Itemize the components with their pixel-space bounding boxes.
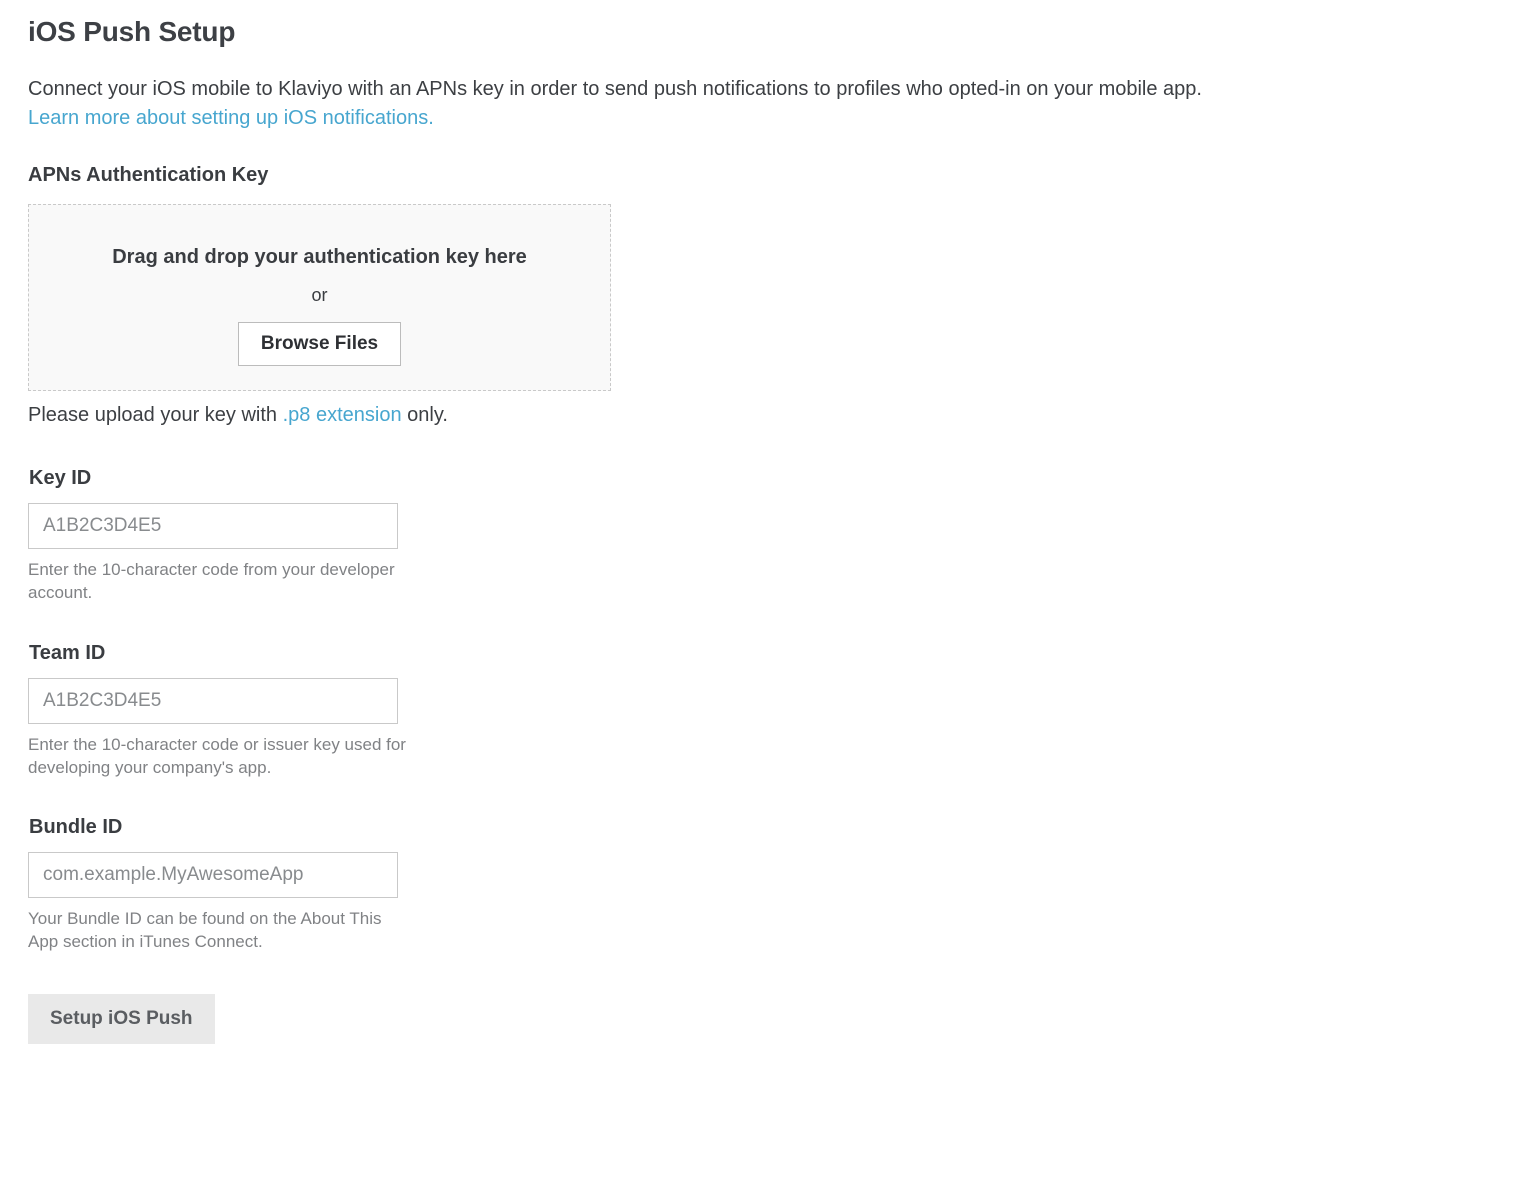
upload-hint: Please upload your key with .p8 extensio… [28,401,1500,430]
team-id-label: Team ID [29,639,1500,668]
team-id-group: Team ID Enter the 10-character code or i… [28,639,1500,780]
bundle-id-group: Bundle ID Your Bundle ID can be found on… [28,813,1500,954]
bundle-id-input[interactable] [28,852,398,898]
learn-more-link[interactable]: Learn more about setting up iOS notifica… [28,107,434,129]
key-id-input[interactable] [28,503,398,549]
submit-row: Setup iOS Push [28,994,1500,1044]
browse-files-button[interactable]: Browse Files [238,322,401,366]
dropzone-instruction: Drag and drop your authentication key he… [49,243,590,272]
page-title: iOS Push Setup [28,12,1500,53]
p8-extension-link[interactable]: .p8 extension [283,404,402,426]
bundle-id-label: Bundle ID [29,813,1500,842]
apns-key-heading: APNs Authentication Key [28,161,1500,190]
dropzone-or: or [49,282,590,308]
upload-hint-after: only. [402,404,448,426]
key-id-help: Enter the 10-character code from your de… [28,559,408,605]
bundle-id-help: Your Bundle ID can be found on the About… [28,908,408,954]
key-id-group: Key ID Enter the 10-character code from … [28,464,1500,605]
auth-key-dropzone[interactable]: Drag and drop your authentication key he… [28,204,611,391]
intro-paragraph: Connect your iOS mobile to Klaviyo with … [28,75,1500,133]
team-id-help: Enter the 10-character code or issuer ke… [28,734,408,780]
upload-hint-before: Please upload your key with [28,404,283,426]
setup-ios-push-button[interactable]: Setup iOS Push [28,994,215,1044]
intro-text: Connect your iOS mobile to Klaviyo with … [28,78,1202,100]
team-id-input[interactable] [28,678,398,724]
key-id-label: Key ID [29,464,1500,493]
